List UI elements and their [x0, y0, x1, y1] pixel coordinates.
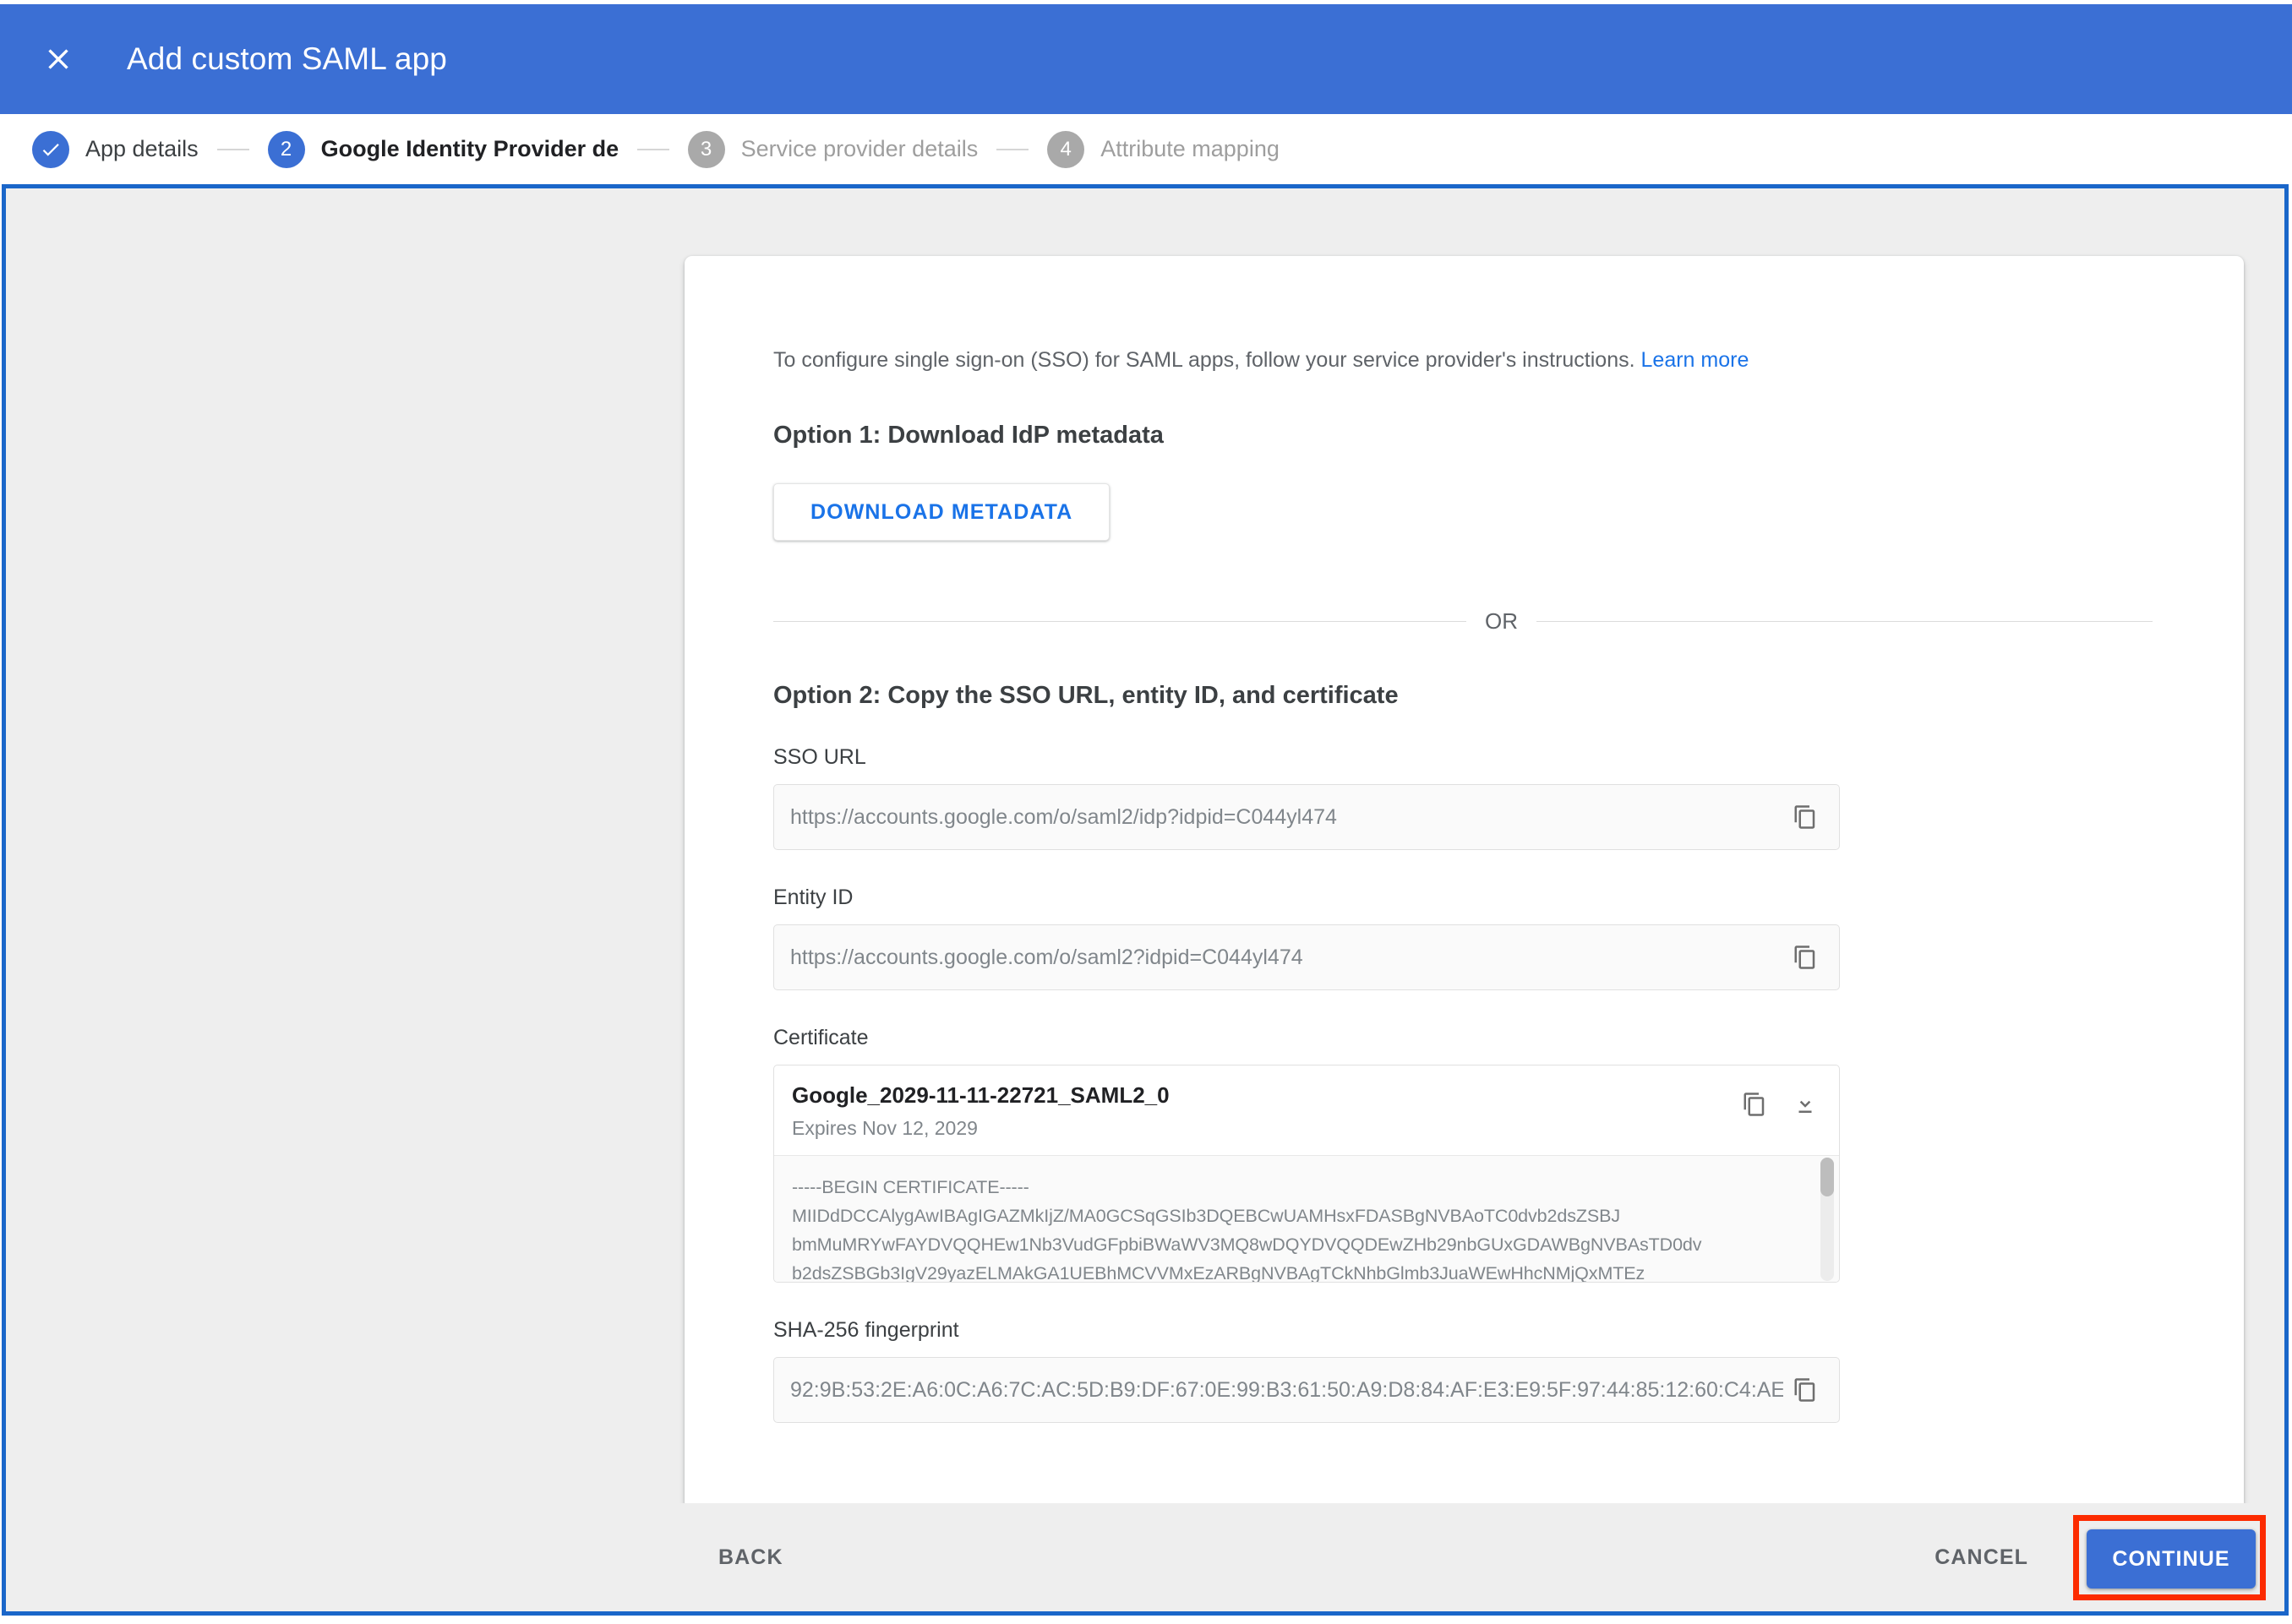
or-divider-label: OR	[1466, 610, 1536, 632]
step-2-label: Google Identity Provider details	[321, 136, 619, 162]
download-icon[interactable]	[1783, 1082, 1827, 1126]
close-icon[interactable]	[32, 33, 85, 85]
certificate-meta: Google_2029-11-11-22721_SAML2_0 Expires …	[792, 1082, 1733, 1140]
footer-action-bar: BACK CANCEL CONTINUE	[6, 1503, 2284, 1611]
entity-id-field[interactable]: https://accounts.google.com/o/saml2?idpi…	[773, 924, 1840, 990]
continue-highlight-annotation: CONTINUE	[2073, 1515, 2266, 1600]
cancel-button[interactable]: CANCEL	[1913, 1530, 2050, 1585]
entity-id-value: https://accounts.google.com/o/saml2?idpi…	[790, 946, 1783, 970]
or-divider: OR	[773, 607, 2153, 635]
certificate-line: b2dsZSBGb3IgV29yazELMAkGA1UEBhMCVVMxEzAR…	[792, 1260, 1805, 1282]
sso-url-label: SSO URL	[773, 745, 2153, 770]
certificate-box: Google_2029-11-11-22721_SAML2_0 Expires …	[773, 1065, 1840, 1283]
content-region: To configure single sign-on (SSO) for SA…	[2, 184, 2289, 1616]
sha256-fingerprint-value: 92:9B:53:2E:A6:0C:A6:7C:AC:5D:B9:DF:67:0…	[790, 1378, 1783, 1403]
option-2-heading: Option 2: Copy the SSO URL, entity ID, a…	[773, 682, 2153, 710]
or-divider-line-right	[1536, 621, 2153, 622]
sha256-fingerprint-label: SHA-256 fingerprint	[773, 1318, 2153, 1343]
certificate-actions	[1733, 1082, 1827, 1126]
step-service-provider-details[interactable]: 3 Service provider details	[688, 131, 979, 168]
certificate-line: -----BEGIN CERTIFICATE-----	[792, 1174, 1805, 1202]
page-title: Add custom SAML app	[127, 41, 447, 77]
step-attribute-mapping[interactable]: 4 Attribute mapping	[1047, 131, 1280, 168]
step-3-label: Service provider details	[741, 136, 979, 162]
sso-url-value: https://accounts.google.com/o/saml2/idp?…	[790, 805, 1783, 830]
step-4-label: Attribute mapping	[1100, 136, 1280, 162]
step-app-details[interactable]: App details	[32, 131, 199, 168]
learn-more-link[interactable]: Learn more	[1641, 348, 1749, 372]
certificate-line: MIIDdDCCAlygAwIBAgIGAZMkIjZ/MA0GCSqGSIb3…	[792, 1202, 1805, 1231]
certificate-label: Certificate	[773, 1026, 2153, 1050]
certificate-scrollbar-thumb[interactable]	[1820, 1158, 1834, 1196]
step-1-check-icon	[32, 131, 69, 168]
step-4-number: 4	[1047, 131, 1084, 168]
entity-id-label: Entity ID	[773, 886, 2153, 910]
sso-url-field[interactable]: https://accounts.google.com/o/saml2/idp?…	[773, 784, 1840, 850]
intro-text: To configure single sign-on (SSO) for SA…	[773, 345, 2153, 375]
continue-button[interactable]: CONTINUE	[2087, 1529, 2256, 1589]
or-divider-line-left	[773, 621, 1466, 622]
copy-icon[interactable]	[1783, 935, 1827, 979]
app-bar: Add custom SAML app	[0, 4, 2292, 114]
certificate-header: Google_2029-11-11-22721_SAML2_0 Expires …	[774, 1065, 1839, 1155]
step-2-number: 2	[268, 131, 305, 168]
copy-icon[interactable]	[1783, 1368, 1827, 1412]
download-metadata-button[interactable]: DOWNLOAD METADATA	[773, 483, 1110, 541]
certificate-name: Google_2029-11-11-22721_SAML2_0	[792, 1082, 1733, 1109]
sha256-fingerprint-field[interactable]: 92:9B:53:2E:A6:0C:A6:7C:AC:5D:B9:DF:67:0…	[773, 1357, 1840, 1423]
idp-details-card: To configure single sign-on (SSO) for SA…	[685, 256, 2244, 1510]
intro-sentence: To configure single sign-on (SSO) for SA…	[773, 348, 1635, 372]
certificate-body[interactable]: -----BEGIN CERTIFICATE----- MIIDdDCCAlyg…	[774, 1155, 1839, 1282]
step-google-identity-provider-details[interactable]: 2 Google Identity Provider details	[268, 131, 619, 168]
stepper: App details 2 Google Identity Provider d…	[0, 114, 2292, 184]
copy-icon[interactable]	[1783, 795, 1827, 839]
certificate-line: bmMuMRYwFAYDVQQHEw1Nb3VudGFpbiBWaWV3MQ8w…	[792, 1231, 1805, 1260]
back-button[interactable]: BACK	[696, 1530, 805, 1585]
step-connector-3	[996, 149, 1029, 150]
copy-icon[interactable]	[1733, 1082, 1776, 1126]
certificate-expiry: Expires Nov 12, 2029	[792, 1117, 1733, 1140]
certificate-scrollbar[interactable]	[1820, 1158, 1834, 1281]
step-3-number: 3	[688, 131, 725, 168]
option-1-heading: Option 1: Download IdP metadata	[773, 422, 2153, 450]
step-connector-2	[637, 149, 669, 150]
step-connector-1	[217, 149, 249, 150]
step-1-label: App details	[85, 136, 199, 162]
